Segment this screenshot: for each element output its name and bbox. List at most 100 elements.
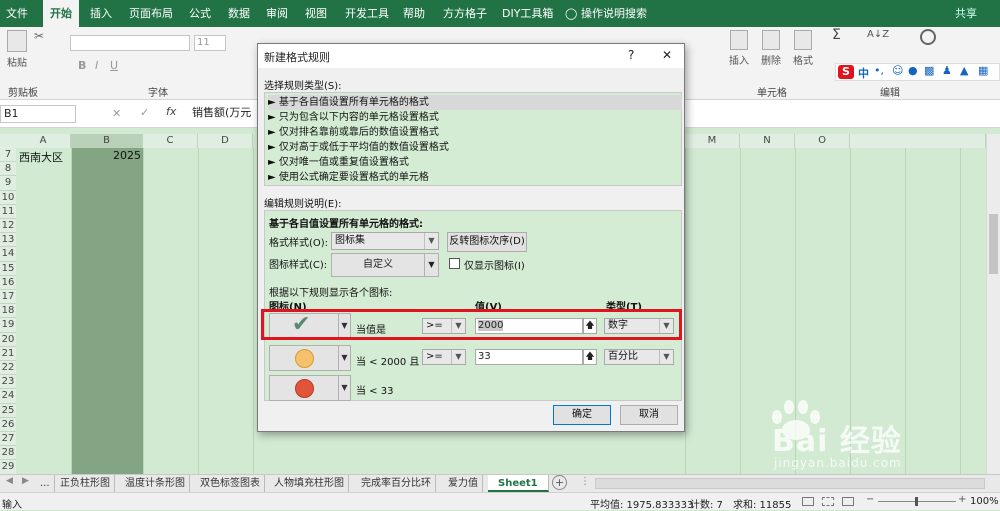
row-header[interactable]: 25 bbox=[0, 403, 16, 418]
bold-button[interactable]: B bbox=[78, 59, 86, 72]
icon-style-select[interactable]: 自定义 bbox=[331, 253, 425, 277]
row-header[interactable]: 8 bbox=[0, 162, 16, 177]
sheet-tab[interactable]: 人物填充柱形图 bbox=[270, 475, 349, 492]
row-header[interactable]: 12 bbox=[0, 219, 16, 234]
rule-type-item[interactable]: ► 仅对高于或低于平均值的数值设置格式 bbox=[268, 140, 682, 155]
row-header[interactable]: 15 bbox=[0, 261, 16, 276]
row-header[interactable]: 17 bbox=[0, 290, 16, 305]
column-header-a[interactable]: A bbox=[16, 134, 71, 148]
zoom-level[interactable]: 100% bbox=[970, 496, 999, 507]
sheet-tab-active[interactable]: Sheet1 bbox=[488, 475, 549, 492]
column-header-o[interactable]: O bbox=[795, 134, 850, 148]
tab-home[interactable]: 开始 bbox=[43, 0, 79, 27]
share-button[interactable]: 共享 bbox=[955, 0, 977, 27]
ok-button[interactable]: 确定 bbox=[553, 405, 611, 425]
name-box[interactable]: B1 bbox=[0, 105, 76, 123]
cancel-edit-icon[interactable]: ✕ bbox=[112, 107, 121, 120]
rule-type-item[interactable]: ► 仅对唯一值或重复值设置格式 bbox=[268, 155, 682, 170]
show-icon-only-checkbox[interactable] bbox=[449, 258, 460, 269]
rule-type-item[interactable]: ► 只为包含以下内容的单元格设置格式 bbox=[268, 110, 682, 125]
row-header[interactable]: 24 bbox=[0, 389, 16, 404]
tab-developer[interactable]: 开发工具 bbox=[345, 0, 389, 27]
tab-view[interactable]: 视图 bbox=[305, 0, 327, 27]
tab-file[interactable]: 文件 bbox=[6, 0, 28, 27]
tab-page-layout[interactable]: 页面布局 bbox=[129, 0, 173, 27]
confirm-edit-icon[interactable]: ✓ bbox=[140, 106, 149, 119]
tab-formulas[interactable]: 公式 bbox=[189, 0, 211, 27]
close-button[interactable]: ✕ bbox=[662, 48, 672, 62]
chevron-down-icon[interactable]: ▼ bbox=[339, 375, 351, 401]
cell-b7[interactable]: 2025 bbox=[71, 149, 141, 162]
row-header[interactable]: 20 bbox=[0, 332, 16, 347]
row-header[interactable]: 22 bbox=[0, 361, 16, 376]
column-header-m[interactable]: M bbox=[685, 134, 740, 148]
sort-icon[interactable]: A↓Z bbox=[867, 29, 889, 40]
find-icon[interactable] bbox=[920, 29, 936, 45]
tab-review[interactable]: 审阅 bbox=[266, 0, 288, 27]
chevron-down-icon[interactable]: ▼ bbox=[425, 253, 439, 277]
paste-button[interactable]: 粘贴 bbox=[4, 30, 30, 69]
add-sheet-icon[interactable]: + bbox=[552, 475, 567, 490]
row-header[interactable]: 26 bbox=[0, 417, 16, 432]
underline-button[interactable]: U bbox=[110, 59, 118, 72]
icon-select-2[interactable] bbox=[269, 345, 339, 371]
reverse-icon-order-button[interactable]: 反转图标次序(D) bbox=[447, 232, 527, 252]
row-header[interactable]: 23 bbox=[0, 375, 16, 390]
sheet-tab[interactable]: 完成率百分比环 bbox=[357, 475, 436, 492]
zoom-in-icon[interactable]: + bbox=[958, 494, 966, 505]
vertical-scrollbar[interactable] bbox=[986, 134, 1000, 474]
cancel-button[interactable]: 取消 bbox=[620, 405, 678, 425]
icon-select-3[interactable] bbox=[269, 375, 339, 401]
rule-type-item[interactable]: ► 仅对排名靠前或靠后的数值设置格式 bbox=[268, 125, 682, 140]
page-layout-view-icon[interactable] bbox=[822, 497, 834, 506]
column-header-b[interactable]: B bbox=[71, 134, 143, 148]
tab-insert[interactable]: 插入 bbox=[90, 0, 112, 27]
row-header[interactable]: 27 bbox=[0, 432, 16, 447]
tab-data[interactable]: 数据 bbox=[228, 0, 250, 27]
collapse-dialog-icon[interactable]: 🡅 bbox=[583, 349, 597, 365]
rule-type-list[interactable]: ► 基于各自值设置所有单元格的格式 ► 只为包含以下内容的单元格设置格式 ► 仅… bbox=[264, 92, 682, 186]
zoom-out-icon[interactable]: − bbox=[866, 494, 874, 505]
help-button[interactable]: ? bbox=[628, 48, 634, 62]
scissors-icon[interactable]: ✂ bbox=[34, 29, 44, 43]
row-header[interactable]: 16 bbox=[0, 275, 16, 290]
column-header-n[interactable]: N bbox=[740, 134, 795, 148]
scrollbar-thumb[interactable] bbox=[989, 214, 998, 274]
normal-view-icon[interactable] bbox=[802, 497, 814, 506]
font-size-box[interactable]: 11 bbox=[194, 35, 226, 51]
formula-input[interactable]: 销售额(万元 bbox=[192, 105, 256, 123]
row-header[interactable]: 29 bbox=[0, 460, 16, 474]
cell-a7[interactable]: 西南大区 bbox=[19, 149, 63, 165]
value-input-2[interactable]: 33 bbox=[475, 349, 583, 365]
select-all-corner[interactable] bbox=[0, 134, 16, 148]
tab-help[interactable]: 帮助 bbox=[403, 0, 425, 27]
zoom-slider-thumb[interactable] bbox=[915, 497, 918, 506]
ime-toolbar[interactable]: S 中 •, ☺ ● ▩ ♟ ▲ ▦ bbox=[835, 63, 1000, 81]
operator-select-2[interactable]: >= ▼ bbox=[422, 349, 466, 365]
row-header[interactable]: 10 bbox=[0, 190, 16, 205]
column-header-d[interactable]: D bbox=[198, 134, 253, 148]
tab-scroll-left-icon[interactable]: ◀ bbox=[6, 476, 13, 486]
row-header[interactable]: 18 bbox=[0, 304, 16, 319]
format-style-select[interactable]: 图标集 ▼ bbox=[331, 232, 439, 250]
sheet-tab[interactable]: 温度计条形图 bbox=[121, 475, 190, 492]
tab-fangfang[interactable]: 方方格子 bbox=[443, 0, 487, 27]
row-header[interactable]: 9 bbox=[0, 176, 16, 191]
column-header-c[interactable]: C bbox=[143, 134, 198, 148]
row-header[interactable]: 14 bbox=[0, 247, 16, 262]
sheet-tab[interactable]: 双色标签图表 bbox=[196, 475, 265, 492]
tab-split-icon[interactable]: ⋮ bbox=[580, 476, 590, 487]
sheet-tab[interactable]: 正负柱形图 bbox=[56, 475, 115, 492]
type-select-2[interactable]: 百分比 ▼ bbox=[604, 349, 674, 365]
horizontal-scrollbar[interactable] bbox=[595, 478, 985, 489]
insert-function-button[interactable]: fx bbox=[166, 105, 176, 118]
italic-button[interactable]: I bbox=[95, 59, 98, 72]
format-cells-button[interactable]: 格式 bbox=[788, 30, 818, 67]
row-header[interactable]: 28 bbox=[0, 446, 16, 461]
row-header[interactable]: 7 bbox=[0, 148, 16, 163]
tell-me-search[interactable]: 操作说明搜索 bbox=[581, 0, 647, 27]
delete-cells-button[interactable]: 删除 bbox=[756, 30, 786, 67]
row-header[interactable]: 21 bbox=[0, 346, 16, 361]
tab-diy[interactable]: DIY工具箱 bbox=[502, 0, 553, 27]
row-header[interactable]: 11 bbox=[0, 204, 16, 219]
